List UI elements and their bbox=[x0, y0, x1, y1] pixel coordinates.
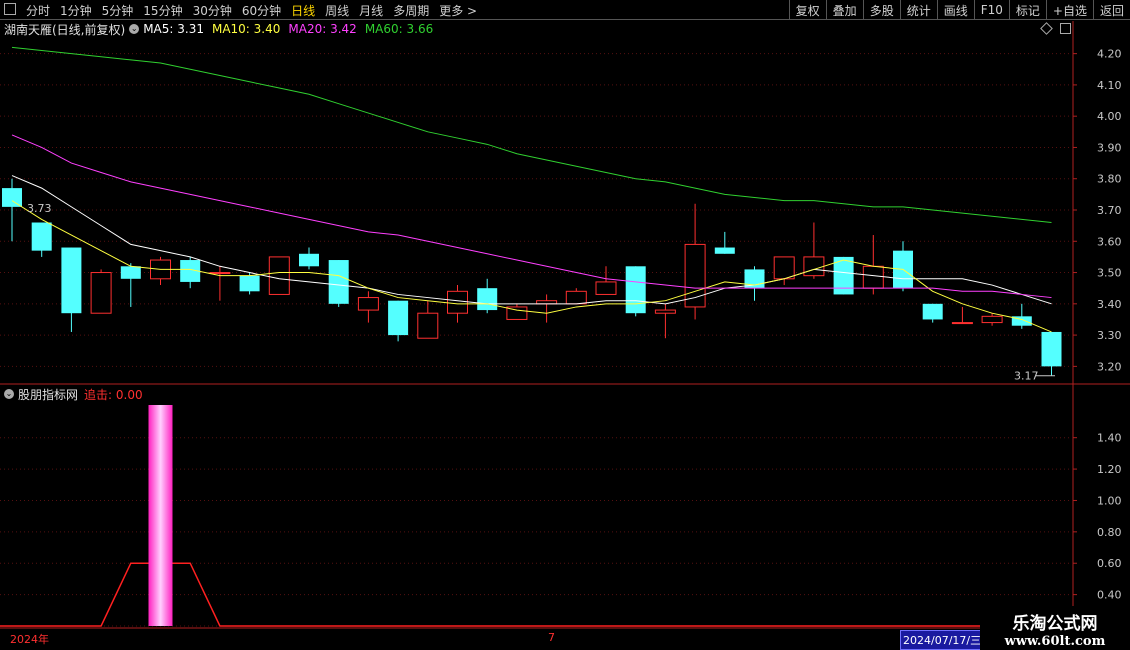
y-tick-label: 3.60 bbox=[1097, 235, 1122, 248]
candle-body bbox=[209, 272, 231, 275]
candle-body bbox=[357, 297, 379, 311]
candle-body bbox=[477, 288, 498, 311]
candle-body bbox=[773, 256, 795, 280]
candle-body bbox=[565, 290, 587, 305]
candle-body bbox=[951, 322, 973, 325]
indicator-bar bbox=[148, 405, 173, 626]
y-tick-label: 3.20 bbox=[1097, 360, 1122, 373]
candle-body bbox=[625, 266, 646, 314]
candle-body bbox=[862, 265, 884, 289]
y-tick-label: 3.80 bbox=[1097, 173, 1122, 186]
candle-body bbox=[268, 256, 290, 295]
y-tick-label: 3.70 bbox=[1097, 204, 1122, 217]
candle-body bbox=[595, 281, 617, 295]
candle-body bbox=[2, 188, 22, 207]
y-tick-label: 4.10 bbox=[1097, 79, 1122, 92]
candle-body bbox=[90, 272, 112, 314]
watermark: 乐淘公式网 www.60lt.com bbox=[980, 606, 1130, 650]
candle-body bbox=[417, 312, 439, 339]
y-tick-label: 3.40 bbox=[1097, 298, 1122, 311]
date-left: 2024年 bbox=[10, 633, 49, 646]
candle-body bbox=[31, 222, 52, 251]
candle-body bbox=[299, 253, 319, 267]
y-tick-label: 1.40 bbox=[1097, 432, 1122, 445]
candle-body bbox=[714, 247, 735, 254]
y-tick-label: 3.30 bbox=[1097, 329, 1122, 342]
y-tick-label: 0.40 bbox=[1097, 589, 1122, 602]
candle-body bbox=[328, 260, 349, 304]
candle-body bbox=[1041, 331, 1062, 367]
selected-date: 2024/07/17/三 bbox=[900, 630, 985, 650]
low-label: 3.17 bbox=[1014, 370, 1039, 383]
candle-body bbox=[981, 315, 1003, 324]
candle-body bbox=[447, 290, 468, 314]
watermark-title: 乐淘公式网 bbox=[1012, 614, 1098, 634]
high-label: 3.73 bbox=[27, 202, 52, 215]
date-mid: 7 bbox=[548, 631, 555, 644]
y-tick-label: 1.00 bbox=[1097, 494, 1122, 507]
candle-body bbox=[803, 256, 825, 277]
y-tick-label: 1.20 bbox=[1097, 463, 1122, 476]
y-tick-label: 0.60 bbox=[1097, 557, 1122, 570]
candle-body bbox=[922, 303, 943, 320]
chart-canvas[interactable]: 4.20 4.10 4.00 3.90 3.80 3.70 3.60 3.50 3.40 3.30… bbox=[0, 0, 1130, 650]
y-tick-label: 3.90 bbox=[1097, 141, 1122, 154]
candle-body bbox=[239, 275, 260, 292]
candle-body bbox=[654, 309, 676, 314]
y-tick-label: 3.50 bbox=[1097, 267, 1122, 280]
y-tick-label: 0.80 bbox=[1097, 526, 1122, 539]
candle-body bbox=[388, 300, 409, 336]
candle-body bbox=[120, 266, 141, 279]
candle-body bbox=[61, 247, 82, 314]
y-tick-label: 4.20 bbox=[1097, 48, 1122, 61]
ma-line bbox=[11, 46, 1052, 224]
y-tick-label: 4.00 bbox=[1097, 110, 1122, 123]
watermark-url: www.60lt.com bbox=[1004, 634, 1106, 649]
